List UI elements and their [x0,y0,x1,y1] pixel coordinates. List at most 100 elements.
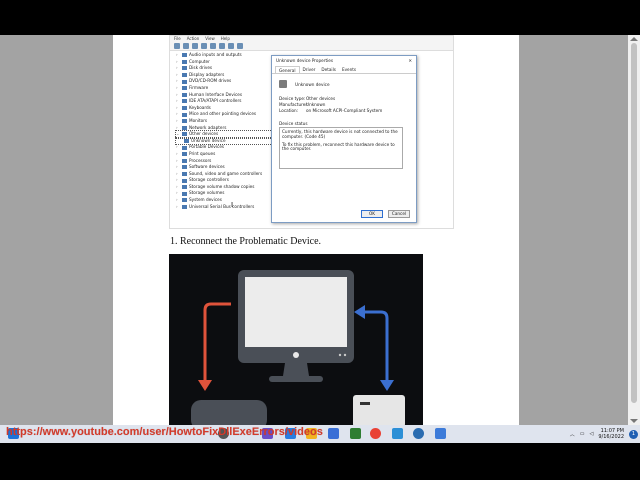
notification-badge[interactable]: 1 [629,429,638,439]
chevron-right-icon: › [176,117,178,123]
tree-item: › Network adapters [176,125,276,132]
device-category-icon [182,145,187,150]
app-icon[interactable] [350,428,361,439]
tree-item-label: Storage volumes [189,190,225,196]
status-text-1: Currently, this hardware device is not c… [282,129,398,139]
tree-item-label: Software devices [189,164,225,170]
tree-item-label: Audio inputs and outputs [189,52,242,57]
chevron-right-icon: › [176,58,178,64]
properties-dialog: Unknown device Properties ✕ General Driv… [271,55,417,223]
chevron-right-icon: › [176,98,178,104]
left-arrow-icon [198,302,231,391]
tree-item: › Print queues [176,151,276,158]
tree-item: › Universal Serial Bus controllers [176,204,276,211]
device-category-icon [182,53,187,58]
device-category-icon [182,191,187,196]
keyboard-icon [191,400,267,425]
chevron-right-icon: › [176,84,178,90]
device-category-icon [184,139,189,144]
chevron-right-icon: › [176,150,178,156]
tree-item-label: Universal Serial Bus controllers [189,203,255,209]
device-category-icon [182,73,187,78]
device-category-icon [182,185,187,190]
tree-item-label: IDE ATA/ATAPI controllers [189,98,242,104]
device-manager-taskbar-icon[interactable] [435,428,446,439]
forward-icon [183,43,189,49]
tree-item: › Sound, video and game controllers [176,171,276,178]
scroll-down-icon[interactable] [630,419,638,423]
tree-item: Unknown device [175,136,277,146]
tree-item-label: Portable Devices [189,144,225,150]
chevron-right-icon: › [176,164,178,170]
network-icon[interactable]: ▭ [580,431,585,437]
tree-item: › Mice and other pointing devices [176,111,276,118]
chevron-up-icon[interactable]: ︿ [570,431,575,438]
device-category-icon [182,125,187,130]
device-category-icon [182,112,187,117]
prop-key: Location: [279,108,299,113]
tree-item: › System devices [176,197,276,204]
step-heading: 1. Reconnect the Problematic Device. [170,236,322,247]
scan-icon [210,43,216,49]
tree-item: › Keyboards [176,105,276,112]
prop-value: on Microsoft ACPI-Compliant System [306,108,383,113]
tab-events: Events [341,67,357,72]
tree-item-label: Firmware [189,84,209,90]
photos-icon[interactable] [392,428,403,439]
scroll-thumb[interactable] [631,43,637,403]
tree-item: › Disk drives [176,65,276,72]
device-category-icon [182,86,187,91]
chevron-right-icon: › [176,144,178,150]
back-icon [174,43,180,49]
help-icon [201,43,207,49]
clock[interactable]: 11:07 PM 9/16/2022 [598,428,624,440]
dm-toolbar [170,41,453,51]
device-category-icon [182,132,187,137]
tree-item-label: Unknown device [191,137,226,143]
device-category-icon [182,198,187,203]
tree-item: ⌄ Other devices [175,130,277,139]
volume-icon[interactable]: ◁ [590,431,594,437]
device-category-icon [182,178,187,183]
dialog-title: Unknown device Properties [276,58,334,63]
tree-item: › Audio inputs and outputs [176,52,276,59]
chevron-right-icon: › [176,78,178,84]
page-scrollbar[interactable] [628,35,640,425]
system-tray: ︿ ▭ ◁ 11:07 PM 9/16/2022 1 [570,425,638,443]
chevron-right-icon: › [176,91,178,97]
router-icon [353,395,405,425]
tree-item: › Firmware [176,85,276,92]
tree-item: › Storage volumes [176,190,276,197]
tree-item: › Software devices [176,164,276,171]
settings-icon[interactable] [413,428,424,439]
tree-item-label: Other devices [189,131,219,137]
device-tree: › Audio inputs and outputs › Computer › Disk … [175,52,277,211]
tree-item: › Display adapters [176,72,276,79]
browser-viewport: File Action View Help › Audio inputs and … [0,35,640,425]
tab-driver: Driver [302,67,316,72]
chevron-right-icon: › [176,170,178,176]
tab-details: Details [321,67,336,72]
chevron-right-icon: › [176,52,178,57]
tree-item: › Processors [176,158,276,165]
device-category-icon [182,106,187,111]
chevron-right-icon: › [176,104,178,110]
status-label: Device status [279,121,308,126]
device-category-icon [182,171,187,176]
scroll-up-icon[interactable] [630,37,638,41]
chevron-right-icon: › [176,71,178,77]
right-arrow-icon [354,305,394,391]
tree-item: › Portable Devices [176,144,276,151]
chevron-down-icon: ⌄ [176,131,180,137]
store-icon[interactable] [328,428,339,439]
chrome-icon[interactable] [370,428,381,439]
article-page: File Action View Help › Audio inputs and … [113,35,519,425]
chevron-right-icon: › [176,203,178,209]
reconnect-illustration [169,254,423,425]
device-category-icon [182,59,187,64]
monitor-icon [238,270,354,382]
tree-item-label: Sound, video and game controllers [189,170,263,176]
uninstall-icon [237,43,243,49]
chevron-right-icon: › [176,111,178,117]
unknown-device-icon [279,80,287,88]
